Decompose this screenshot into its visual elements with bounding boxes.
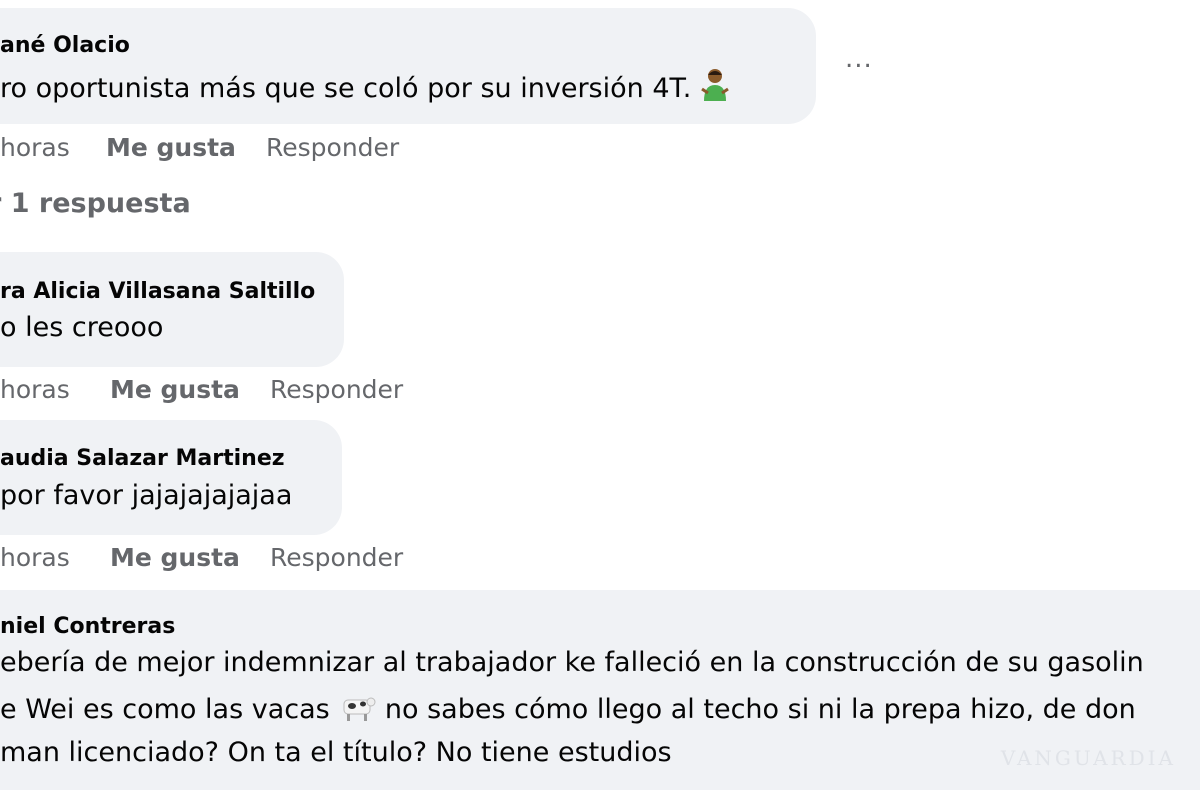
comment-text-2: o les creooo bbox=[0, 312, 164, 343]
view-replies-link[interactable]: r 1 respuesta bbox=[0, 188, 191, 219]
comment-text-4-line-1: ebería de mejor indemnizar al trabajador… bbox=[0, 647, 1144, 678]
like-button-3[interactable]: Me gusta bbox=[110, 543, 240, 572]
reply-button-1[interactable]: Responder bbox=[266, 133, 399, 162]
comment-text-4-line-3: man licenciado? On ta el título? No tien… bbox=[0, 737, 672, 768]
comment-actions-1: horas Me gusta Responder bbox=[0, 133, 420, 163]
comment-actions-2: horas Me gusta Responder bbox=[0, 375, 420, 405]
more-options-button[interactable]: ... bbox=[845, 44, 873, 74]
comment-text-1: ro oportunista más que se coló por su in… bbox=[0, 67, 730, 108]
comment-author-1[interactable]: ané Olacio bbox=[0, 33, 130, 58]
comment-time-2[interactable]: horas bbox=[0, 375, 70, 404]
comment-text-4-line-2a: e Wei es como las vacas bbox=[0, 694, 330, 725]
comment-time-3[interactable]: horas bbox=[0, 543, 70, 572]
comment-bubble-2 bbox=[0, 252, 344, 367]
comment-author-2[interactable]: ra Alicia Villasana Saltillo bbox=[0, 279, 315, 304]
reply-button-3[interactable]: Responder bbox=[270, 543, 403, 572]
comment-bubble-3 bbox=[0, 420, 342, 535]
like-button-2[interactable]: Me gusta bbox=[110, 375, 240, 404]
comment-author-3[interactable]: audia Salazar Martinez bbox=[0, 446, 285, 471]
person-shrugging-emoji-icon bbox=[700, 67, 730, 108]
comment-text-4-line-2: e Wei es como las vacas no sabes cómo ll… bbox=[0, 692, 1136, 729]
comment-author-4[interactable]: niel Contreras bbox=[0, 614, 175, 639]
comment-actions-3: horas Me gusta Responder bbox=[0, 543, 420, 573]
comment-text-3: por favor jajajajajajaa bbox=[0, 480, 293, 511]
like-button-1[interactable]: Me gusta bbox=[106, 133, 236, 162]
cow-emoji-icon bbox=[338, 692, 376, 729]
comment-text-1-body: ro oportunista más que se coló por su in… bbox=[0, 73, 692, 104]
comment-time-1[interactable]: horas bbox=[0, 133, 70, 162]
reply-button-2[interactable]: Responder bbox=[270, 375, 403, 404]
comment-text-4-line-2b: no sabes cómo llego al techo si ni la pr… bbox=[384, 694, 1136, 725]
vanguardia-watermark: VANGUARDIA bbox=[1000, 746, 1176, 770]
